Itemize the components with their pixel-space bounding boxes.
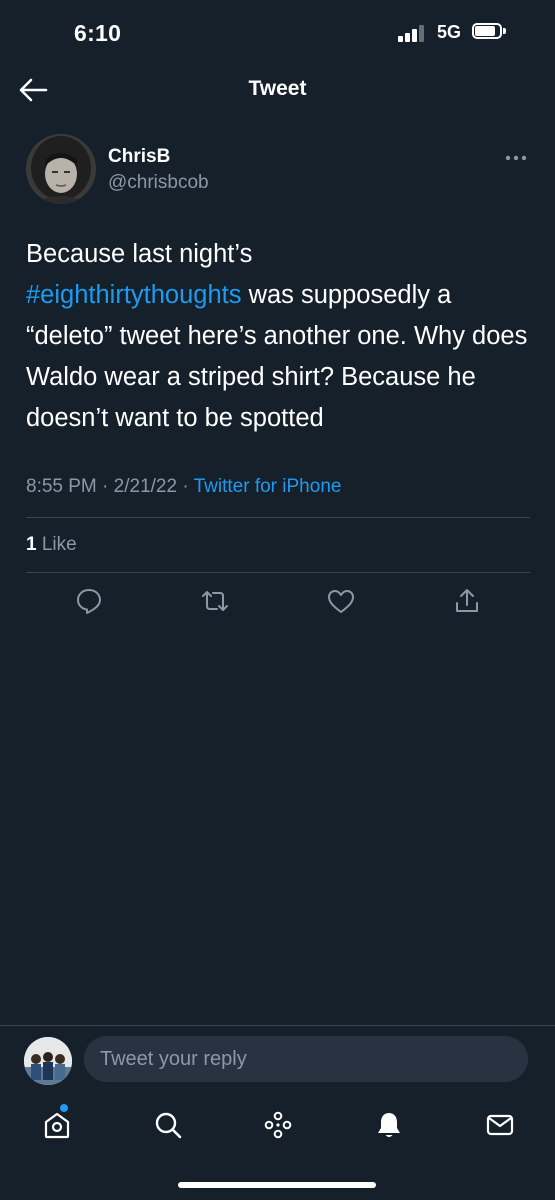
author-handle[interactable]: @chrisbcob [108, 172, 209, 194]
more-options-icon[interactable] [504, 152, 528, 164]
signal-icon [398, 24, 428, 42]
home-icon[interactable] [41, 1109, 73, 1141]
tweet-text-line1: Because last night’s [26, 240, 253, 268]
network-label: 5G [437, 22, 462, 42]
reply-bar [0, 1025, 555, 1096]
reply-icon[interactable] [74, 586, 104, 616]
status-bar: 6:10 5G [0, 0, 555, 62]
tweet-source-link[interactable]: Twitter for iPhone [194, 476, 342, 497]
page-title: Tweet [248, 77, 307, 100]
tab-bar [0, 1095, 555, 1155]
author-avatar[interactable] [26, 134, 96, 204]
like-count-label: Like [41, 534, 77, 555]
battery-icon [472, 23, 506, 41]
retweet-icon[interactable] [200, 586, 230, 616]
author-name[interactable]: ChrisB [108, 146, 170, 168]
reply-input[interactable] [84, 1036, 528, 1082]
tweet-actions [26, 586, 530, 616]
tweet-meta: 8:55 PM · 2/21/22 · Twitter for iPhone [26, 476, 341, 498]
tweet-time: 8:55 PM [26, 476, 97, 497]
meta-separator: · [96, 476, 114, 497]
tweet-date: 2/21/22 [113, 476, 178, 497]
header: Tweet [0, 62, 555, 118]
tweet-text: Because last night’s #eighthirtythoughts … [26, 234, 530, 439]
messages-icon[interactable] [484, 1109, 516, 1141]
notifications-icon[interactable] [373, 1109, 405, 1141]
new-tweets-indicator [60, 1104, 68, 1112]
hashtag-link[interactable]: #eighthirtythoughts [26, 281, 241, 309]
like-icon[interactable] [326, 586, 356, 616]
user-avatar[interactable] [24, 1037, 72, 1085]
status-time: 6:10 [74, 20, 122, 46]
divider [26, 517, 530, 518]
meta-separator: · [177, 476, 194, 497]
like-count-number: 1 [26, 534, 37, 555]
home-indicator [178, 1182, 376, 1188]
search-icon[interactable] [152, 1109, 184, 1141]
like-count[interactable]: 1 Like [26, 534, 77, 556]
share-icon[interactable] [452, 586, 482, 616]
divider [26, 572, 530, 573]
spaces-icon[interactable] [262, 1109, 294, 1141]
